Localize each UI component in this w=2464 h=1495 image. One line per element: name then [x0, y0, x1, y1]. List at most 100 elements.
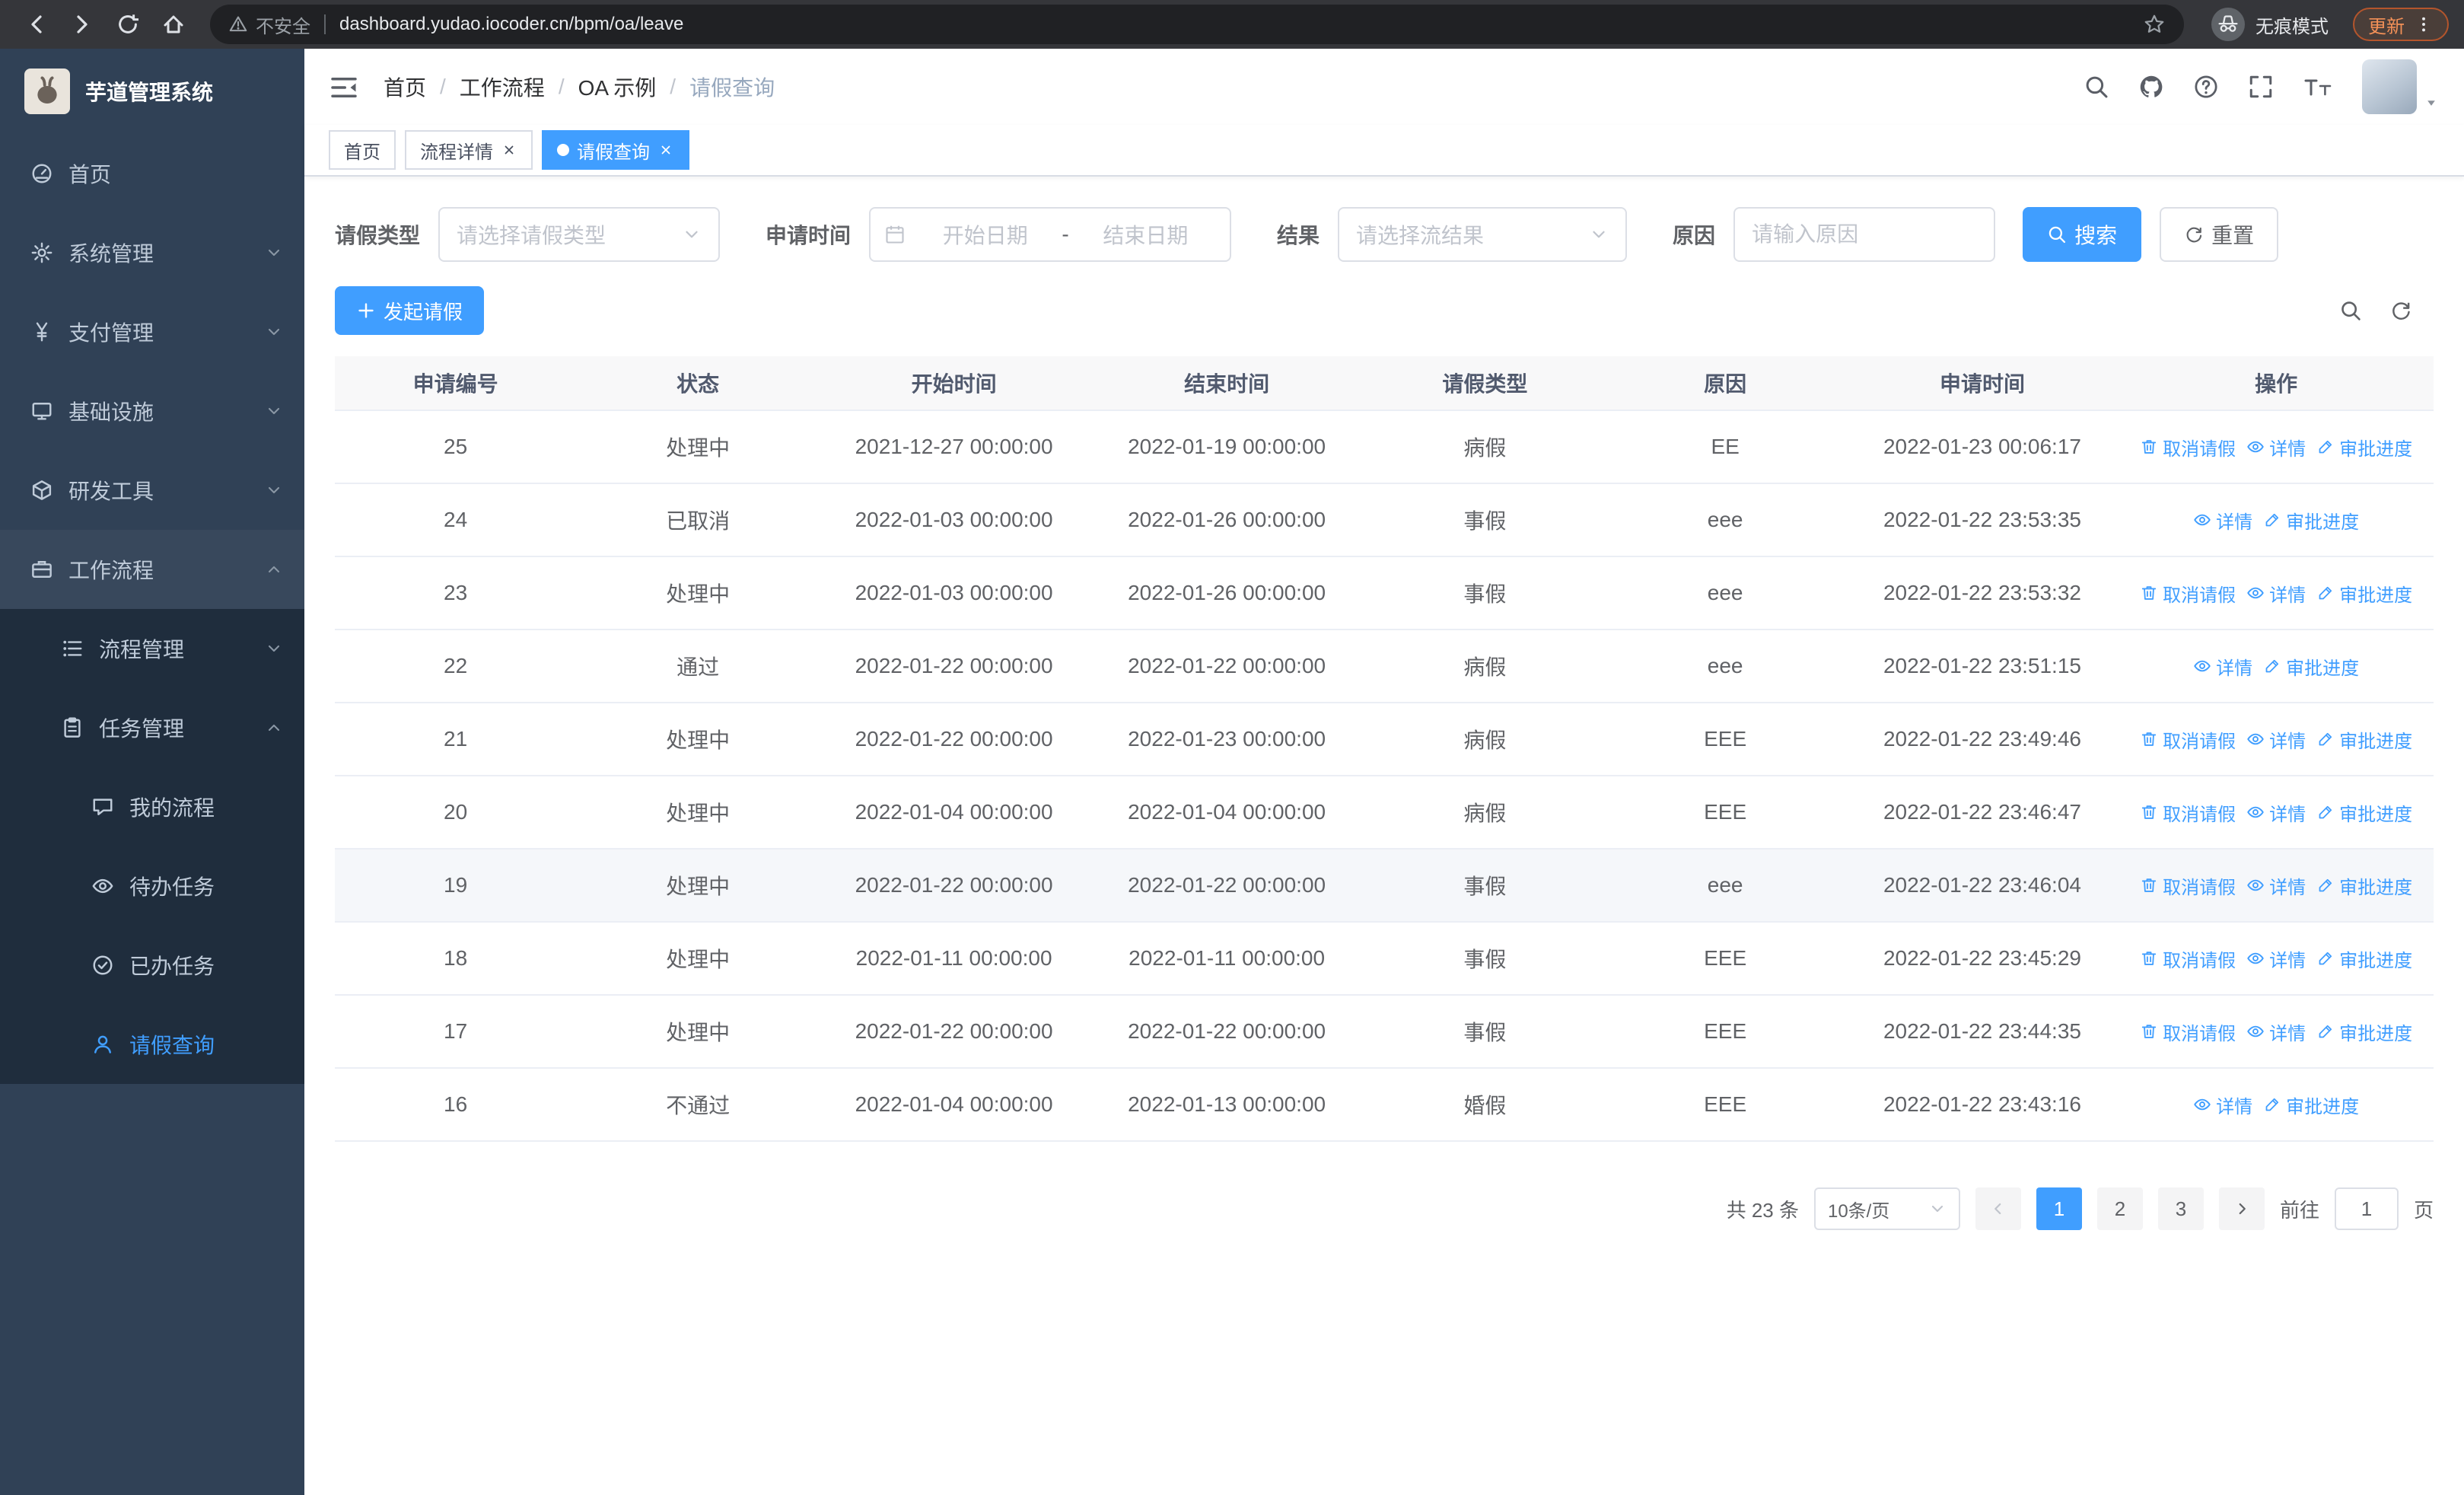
app-logo[interactable]: 芋道管理系统	[0, 49, 304, 134]
browser-menu-dots-icon[interactable]	[2414, 14, 2434, 34]
tab-leave-query[interactable]: 请假查询	[542, 130, 689, 170]
tags-view-bar: 首页 流程详情 请假查询	[304, 125, 2464, 177]
edit-icon	[2316, 730, 2335, 748]
approval-progress-link[interactable]: 审批进度	[2316, 945, 2412, 972]
search-button[interactable]: 搜索	[2023, 207, 2142, 262]
page-button-1[interactable]: 1	[2036, 1187, 2082, 1230]
browser-back-button[interactable]	[15, 3, 58, 46]
page-button-2[interactable]: 2	[2096, 1187, 2143, 1230]
sidebar-item-system-management[interactable]: 系统管理	[0, 213, 304, 292]
cell-leave-type: 病假	[1463, 728, 1507, 752]
create-leave-button[interactable]: 发起请假	[335, 286, 485, 335]
sidebar-item-dev-tools[interactable]: 研发工具	[0, 451, 304, 530]
approval-progress-link[interactable]: 审批进度	[2316, 434, 2412, 461]
approval-progress-link[interactable]: 审批进度	[2316, 872, 2412, 899]
cell-actions: 取消请假 详情 审批进度	[2119, 653, 2434, 680]
cancel-leave-link[interactable]: 取消请假	[2140, 1018, 2236, 1045]
cancel-leave-link[interactable]: 取消请假	[2140, 945, 2236, 972]
sidebar-item-infrastructure[interactable]: 基础设施	[0, 371, 304, 451]
detail-label: 详情	[2269, 585, 2306, 606]
approval-progress-link[interactable]: 审批进度	[2316, 799, 2412, 826]
goto-page-input[interactable]	[2334, 1187, 2399, 1230]
browser-home-button[interactable]	[152, 3, 195, 46]
chevron-up-icon	[265, 719, 283, 737]
trash-icon	[2140, 730, 2158, 748]
column-header-status: 状态	[676, 372, 720, 396]
browser-forward-button[interactable]	[61, 3, 103, 46]
tab-process-detail[interactable]: 流程详情	[405, 130, 533, 170]
security-warning-label: 不安全	[256, 16, 310, 37]
font-size-icon[interactable]	[2303, 75, 2333, 99]
cell-apply-time: 2022-01-22 23:46:47	[1883, 800, 2081, 824]
address-bar[interactable]: 不安全 dashboard.yudao.iocoder.cn/bpm/oa/le…	[210, 5, 2184, 44]
table-search-toggle-icon[interactable]	[2339, 299, 2362, 322]
detail-link[interactable]: 详情	[2246, 945, 2306, 972]
cancel-leave-link[interactable]: 取消请假	[2140, 872, 2236, 899]
browser-reload-button[interactable]	[107, 3, 149, 46]
avatar[interactable]	[2362, 59, 2417, 114]
approval-progress-link[interactable]: 审批进度	[2316, 580, 2412, 607]
sidebar-item-todo-tasks[interactable]: 待办任务	[0, 846, 304, 926]
page-size-select[interactable]: 10条/页	[1813, 1187, 1960, 1230]
detail-link[interactable]: 详情	[2193, 507, 2252, 534]
detail-link[interactable]: 详情	[2193, 653, 2252, 680]
reason-input-wrap	[1733, 207, 1996, 262]
cell-end-time: 2022-01-26 00:00:00	[1128, 508, 1326, 531]
sidebar-item-leave-query[interactable]: 请假查询	[0, 1005, 304, 1084]
tab-close-icon[interactable]	[501, 142, 517, 158]
cancel-leave-link[interactable]: 取消请假	[2140, 580, 2236, 607]
detail-link[interactable]: 详情	[2246, 872, 2306, 899]
chevron-down-icon	[265, 639, 283, 658]
next-page-button[interactable]	[2218, 1187, 2265, 1230]
help-icon[interactable]	[2193, 74, 2219, 100]
apply-time-range-picker[interactable]: 开始日期 - 结束日期	[869, 207, 1232, 262]
approval-progress-link[interactable]: 审批进度	[2263, 653, 2359, 680]
sidebar-item-payment-management[interactable]: 支付管理	[0, 292, 304, 371]
github-icon[interactable]	[2138, 74, 2164, 100]
breadcrumb-home[interactable]: 首页	[384, 72, 426, 102]
cancel-leave-link[interactable]: 取消请假	[2140, 799, 2236, 826]
sidebar-item-my-processes[interactable]: 我的流程	[0, 767, 304, 846]
sidebar-item-task-management[interactable]: 任务管理	[0, 688, 304, 767]
breadcrumb-workflow[interactable]: 工作流程	[460, 72, 545, 102]
detail-link[interactable]: 详情	[2193, 1092, 2252, 1118]
approval-progress-link[interactable]: 审批进度	[2263, 507, 2359, 534]
breadcrumb-oa-example[interactable]: OA 示例	[578, 72, 657, 102]
approval-progress-link[interactable]: 审批进度	[2316, 1018, 2412, 1045]
search-icon[interactable]	[2084, 74, 2109, 100]
detail-link[interactable]: 详情	[2246, 799, 2306, 826]
result-select[interactable]: 请选择流结果	[1338, 207, 1628, 262]
detail-link[interactable]: 详情	[2246, 1018, 2306, 1045]
approval-progress-link[interactable]: 审批进度	[2263, 1092, 2359, 1118]
prev-page-button[interactable]	[1975, 1187, 2021, 1230]
cell-apply-time: 2022-01-22 23:53:32	[1883, 581, 2081, 604]
sidebar-item-done-tasks[interactable]: 已办任务	[0, 926, 304, 1005]
tab-close-icon[interactable]	[657, 142, 674, 158]
fullscreen-icon[interactable]	[2248, 74, 2274, 100]
cell-actions: 取消请假 详情 审批进度	[2119, 434, 2434, 461]
browser-update-button[interactable]: 更新	[2353, 8, 2449, 41]
cancel-leave-link[interactable]: 取消请假	[2140, 726, 2236, 753]
chevron-down-icon	[265, 323, 283, 341]
approval-progress-link[interactable]: 审批进度	[2316, 726, 2412, 753]
reset-button[interactable]: 重置	[2160, 207, 2279, 262]
cancel-leave-link[interactable]: 取消请假	[2140, 434, 2236, 461]
detail-link[interactable]: 详情	[2246, 580, 2306, 607]
user-menu[interactable]	[2362, 59, 2440, 114]
sidebar-item-workflow[interactable]: 工作流程	[0, 530, 304, 609]
table-refresh-icon[interactable]	[2389, 299, 2412, 322]
bookmark-star-icon[interactable]	[2143, 13, 2166, 36]
leave-type-select[interactable]: 请选择请假类型	[438, 207, 721, 262]
sidebar-item-process-management[interactable]: 流程管理	[0, 609, 304, 688]
detail-link[interactable]: 详情	[2246, 726, 2306, 753]
sidebar-collapse-button[interactable]	[329, 72, 359, 102]
workflow-submenu: 流程管理 任务管理 我的流程 待办任务 已办任务 请假查询	[0, 609, 304, 1084]
reason-input[interactable]	[1752, 222, 1978, 247]
tab-home[interactable]: 首页	[329, 130, 396, 170]
detail-link[interactable]: 详情	[2246, 434, 2306, 461]
sidebar-item-label: 支付管理	[68, 321, 154, 345]
sidebar-item-home[interactable]: 首页	[0, 134, 304, 213]
eye-icon	[2246, 730, 2265, 748]
page-button-3[interactable]: 3	[2157, 1187, 2204, 1230]
approval-progress-label: 审批进度	[2339, 950, 2413, 971]
